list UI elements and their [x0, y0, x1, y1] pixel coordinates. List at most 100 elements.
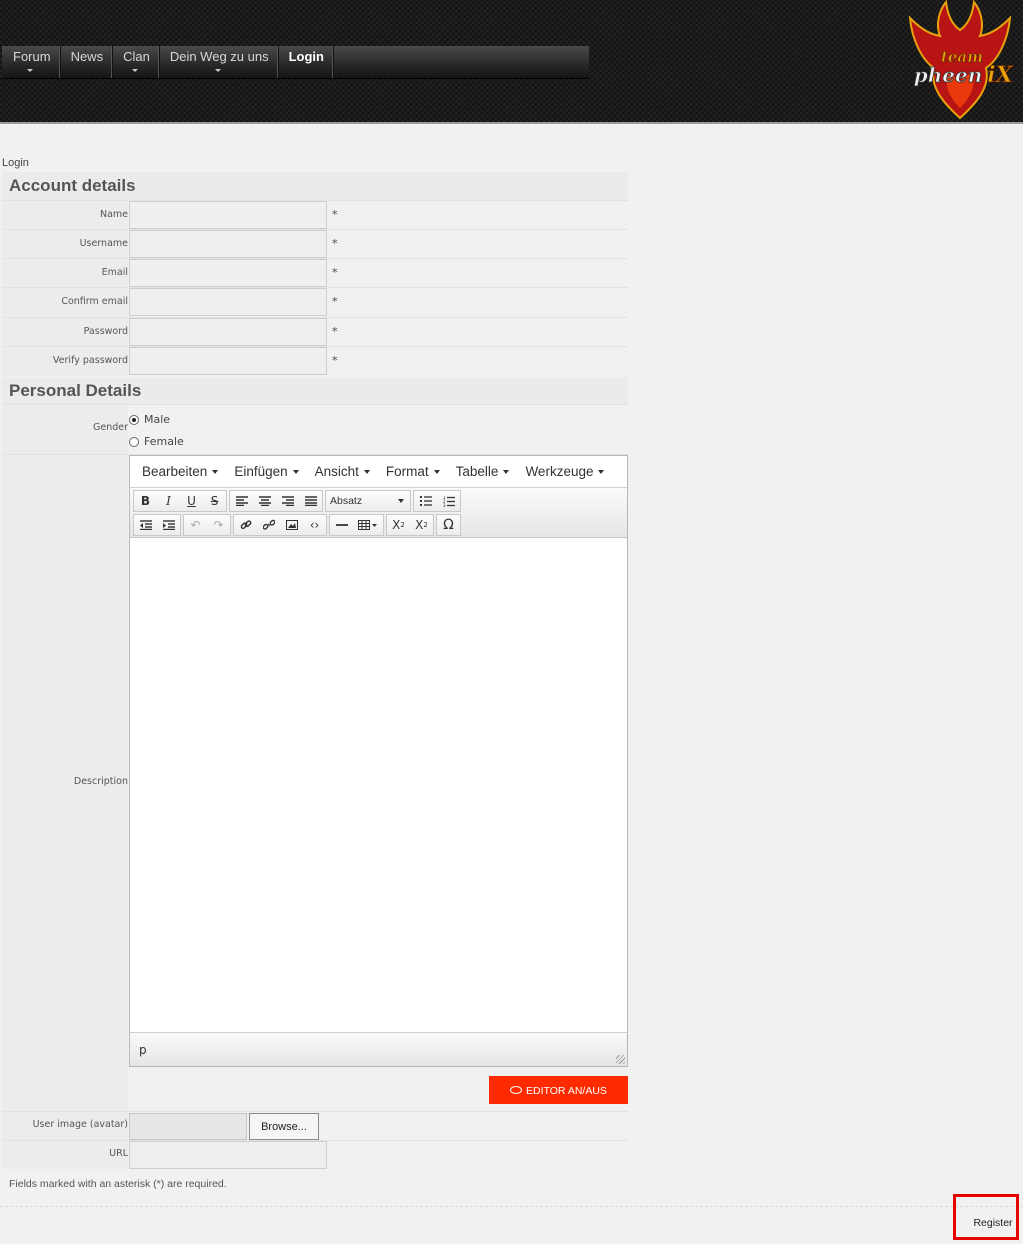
chevron-down-icon: [598, 470, 605, 475]
email-row: Email *: [2, 258, 628, 288]
required-marker: *: [332, 325, 338, 338]
chevron-down-icon: [363, 470, 370, 475]
gender-male-radio[interactable]: [129, 414, 139, 425]
bold-icon[interactable]: B: [134, 491, 157, 511]
format-select-group: Absatz: [325, 490, 411, 512]
confirm-email-input[interactable]: [129, 288, 327, 316]
nav-forum[interactable]: Forum: [2, 46, 60, 78]
divider: [0, 1206, 1023, 1207]
chevron-down-icon: [503, 470, 510, 475]
format-select[interactable]: Absatz: [326, 491, 410, 511]
gender-row: Gender Male Female: [2, 404, 628, 455]
strikethrough-icon[interactable]: S: [203, 491, 226, 511]
username-input[interactable]: [129, 230, 327, 258]
menu-einfuegen-label: Einfügen: [234, 464, 288, 479]
underline-icon[interactable]: U: [180, 491, 203, 511]
image-icon[interactable]: [280, 515, 303, 535]
nav-news[interactable]: News: [60, 46, 113, 78]
main-nav: Forum News Clan Dein Weg zu uns Login: [2, 46, 589, 79]
verify-password-input[interactable]: [129, 347, 327, 375]
menu-bearbeiten[interactable]: Bearbeiten: [134, 464, 226, 479]
avatar-file-input[interactable]: [129, 1113, 247, 1140]
avatar-label: User image (avatar): [2, 1112, 128, 1140]
outdent-icon[interactable]: [134, 515, 157, 535]
editor-toggle-label: EDITOR AN/AUS: [526, 1085, 607, 1097]
svg-text:3: 3: [443, 503, 446, 507]
name-input[interactable]: [129, 201, 327, 229]
chevron-down-icon: [212, 470, 219, 475]
menu-ansicht-label: Ansicht: [314, 464, 359, 479]
history-group: ↶ ↷: [183, 514, 231, 536]
editor-content-area[interactable]: [130, 538, 627, 1032]
chevron-down-icon: [27, 69, 34, 72]
verify-password-label: Verify password: [2, 347, 128, 376]
gender-male-option[interactable]: Male: [129, 413, 170, 426]
table-icon[interactable]: [353, 515, 383, 535]
link-icon[interactable]: [234, 515, 257, 535]
url-input[interactable]: [129, 1141, 327, 1169]
code-icon[interactable]: ‹›: [303, 515, 326, 535]
align-justify-icon[interactable]: [299, 491, 322, 511]
required-marker: *: [332, 354, 338, 367]
align-center-icon[interactable]: [253, 491, 276, 511]
subscript-icon[interactable]: X2: [387, 515, 410, 535]
toolbar-row-1: B I U S Absatz 123: [133, 490, 463, 512]
menu-ansicht[interactable]: Ansicht: [307, 464, 378, 479]
name-row: Name *: [2, 200, 628, 230]
special-character-icon[interactable]: Ω: [437, 515, 460, 535]
align-right-icon[interactable]: [276, 491, 299, 511]
required-marker: *: [332, 237, 338, 250]
editor-toggle-button[interactable]: EDITOR AN/AUS: [489, 1076, 628, 1104]
url-row: URL: [2, 1140, 628, 1170]
required-marker: *: [332, 208, 338, 221]
team-pheenix-logo[interactable]: team pheen iX: [900, 0, 1020, 124]
undo-icon[interactable]: ↶: [184, 515, 207, 535]
menu-tabelle-label: Tabelle: [455, 464, 499, 479]
rich-text-editor: Bearbeiten Einfügen Ansicht Format Tabel…: [129, 455, 628, 1067]
confirm-email-label: Confirm email: [2, 288, 128, 317]
unlink-icon[interactable]: [257, 515, 280, 535]
browse-button[interactable]: Browse...: [249, 1113, 319, 1140]
indent-group: [133, 514, 181, 536]
menu-werkzeuge[interactable]: Werkzeuge: [517, 464, 612, 479]
gender-female-radio[interactable]: [129, 436, 139, 447]
text-style-group: B I U S: [133, 490, 227, 512]
chevron-down-icon: [131, 69, 138, 72]
chevron-down-icon: [214, 69, 221, 72]
description-label: Description: [2, 455, 128, 1111]
username-label: Username: [2, 230, 128, 259]
menu-tabelle[interactable]: Tabelle: [448, 464, 518, 479]
horizontal-rule-icon[interactable]: [330, 515, 353, 535]
element-path[interactable]: p: [139, 1043, 147, 1057]
verify-password-row: Verify password *: [2, 346, 628, 376]
menu-format[interactable]: Format: [378, 464, 448, 479]
nav-login-label: Login: [288, 49, 324, 64]
nav-news-label: News: [70, 49, 104, 64]
gender-female-option[interactable]: Female: [129, 435, 184, 448]
logo-accent-text: iX: [987, 62, 1013, 88]
resize-handle-icon[interactable]: [616, 1055, 625, 1064]
email-input[interactable]: [129, 259, 327, 287]
nav-dein-weg[interactable]: Dein Weg zu uns: [159, 46, 278, 78]
italic-icon[interactable]: I: [157, 491, 180, 511]
menu-einfuegen[interactable]: Einfügen: [226, 464, 306, 479]
superscript-icon[interactable]: X2: [410, 515, 433, 535]
indent-icon[interactable]: [157, 515, 180, 535]
editor-statusbar: p: [130, 1032, 627, 1066]
nav-dein-weg-label: Dein Weg zu uns: [169, 49, 269, 64]
menu-format-label: Format: [385, 464, 429, 479]
gender-male-label: Male: [144, 413, 171, 426]
nav-clan[interactable]: Clan: [112, 46, 159, 78]
username-row: Username *: [2, 229, 628, 259]
nav-login[interactable]: Login: [278, 46, 333, 78]
redo-icon[interactable]: ↷: [207, 515, 230, 535]
register-button[interactable]: Register: [968, 1214, 1018, 1232]
menu-werkzeuge-label: Werkzeuge: [525, 464, 594, 479]
bullet-list-icon[interactable]: [414, 491, 437, 511]
nav-forum-label: Forum: [13, 49, 51, 64]
align-left-icon[interactable]: [230, 491, 253, 511]
insert-group: ‹›: [233, 514, 327, 536]
numbered-list-icon[interactable]: 123: [437, 491, 460, 511]
confirm-email-row: Confirm email *: [2, 287, 628, 317]
password-input[interactable]: [129, 318, 327, 346]
